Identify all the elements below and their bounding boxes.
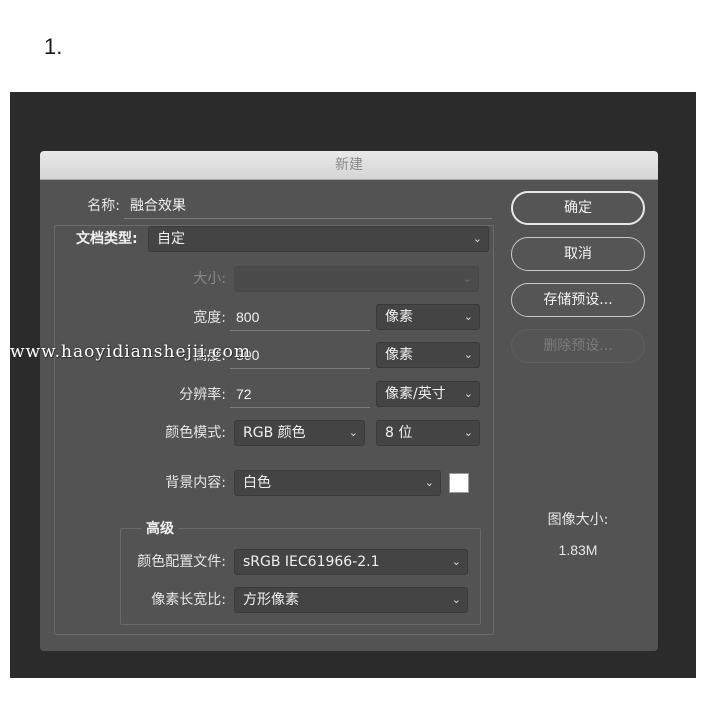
width-unit-select[interactable]: 像素 ⌄ xyxy=(376,304,480,330)
chevron-down-icon: ⌄ xyxy=(472,232,482,245)
advanced-label: 高级 xyxy=(142,518,178,540)
bit-depth-select[interactable]: 8 位 ⌄ xyxy=(376,420,480,446)
color-mode-label: 颜色模式: xyxy=(165,425,226,441)
width-label: 宽度: xyxy=(193,310,226,326)
color-profile-value: sRGB IEC61966-2.1 xyxy=(243,554,380,570)
bit-depth-value: 8 位 xyxy=(385,425,413,441)
name-input[interactable]: 融合效果 xyxy=(124,193,492,219)
image-size-value: 1.83M xyxy=(558,542,598,558)
color-mode-value: RGB 颜色 xyxy=(243,425,306,441)
height-unit-value: 像素 xyxy=(385,347,413,363)
background-label: 背景内容: xyxy=(165,475,226,491)
document-type-label: 文档类型: xyxy=(76,231,138,247)
pixel-aspect-value: 方形像素 xyxy=(243,592,299,608)
resolution-input[interactable]: 72 xyxy=(230,382,370,408)
chevron-down-icon: ⌄ xyxy=(463,387,473,400)
document-type-select[interactable]: 自定 ⌄ xyxy=(148,226,489,252)
background-value: 白色 xyxy=(243,475,271,491)
pixel-aspect-label: 像素长宽比: xyxy=(151,592,226,608)
chevron-down-icon: ⌄ xyxy=(462,272,472,285)
width-unit-value: 像素 xyxy=(385,309,413,325)
chevron-down-icon: ⌄ xyxy=(451,593,461,606)
step-number: 1. xyxy=(44,34,63,59)
delete-preset-button: 删除预设... xyxy=(511,329,645,363)
resolution-unit-value: 像素/英寸 xyxy=(385,386,446,402)
chevron-down-icon: ⌄ xyxy=(463,426,473,439)
color-mode-select[interactable]: RGB 颜色 ⌄ xyxy=(234,420,365,446)
width-input[interactable]: 800 xyxy=(230,305,370,331)
color-profile-select[interactable]: sRGB IEC61966-2.1 ⌄ xyxy=(234,549,468,575)
pixel-aspect-select[interactable]: 方形像素 ⌄ xyxy=(234,587,468,613)
resolution-label: 分辨率: xyxy=(179,387,226,403)
resolution-unit-select[interactable]: 像素/英寸 ⌄ xyxy=(376,381,480,407)
color-profile-label: 颜色配置文件: xyxy=(137,554,226,570)
cancel-button[interactable]: 取消 xyxy=(511,237,645,271)
document-type-value: 自定 xyxy=(157,231,185,247)
save-preset-button[interactable]: 存储预设... xyxy=(511,283,645,317)
dialog-titlebar[interactable]: 新建 xyxy=(40,151,658,180)
ok-button[interactable]: 确定 xyxy=(511,191,645,225)
chevron-down-icon: ⌄ xyxy=(451,555,461,568)
height-unit-select[interactable]: 像素 ⌄ xyxy=(376,342,480,368)
chevron-down-icon: ⌄ xyxy=(424,476,434,489)
image-size-label: 图像大小: xyxy=(547,512,609,528)
size-label: 大小: xyxy=(193,271,226,287)
background-select[interactable]: 白色 ⌄ xyxy=(234,470,441,496)
chevron-down-icon: ⌄ xyxy=(463,310,473,323)
dialog-title: 新建 xyxy=(335,157,363,173)
chevron-down-icon: ⌄ xyxy=(463,348,473,361)
name-label: 名称: xyxy=(87,198,120,214)
size-select: ⌄ xyxy=(234,266,479,292)
height-input[interactable]: 800 xyxy=(230,343,370,369)
watermark-text: www.haoyidianshejii.com xyxy=(10,342,251,362)
chevron-down-icon: ⌄ xyxy=(348,426,358,439)
new-document-dialog: 新建 名称: 融合效果 文档类型: 自定 ⌄ 大小: ⌄ 宽度: 800 像素 … xyxy=(40,151,658,651)
background-color-swatch[interactable] xyxy=(449,473,469,493)
